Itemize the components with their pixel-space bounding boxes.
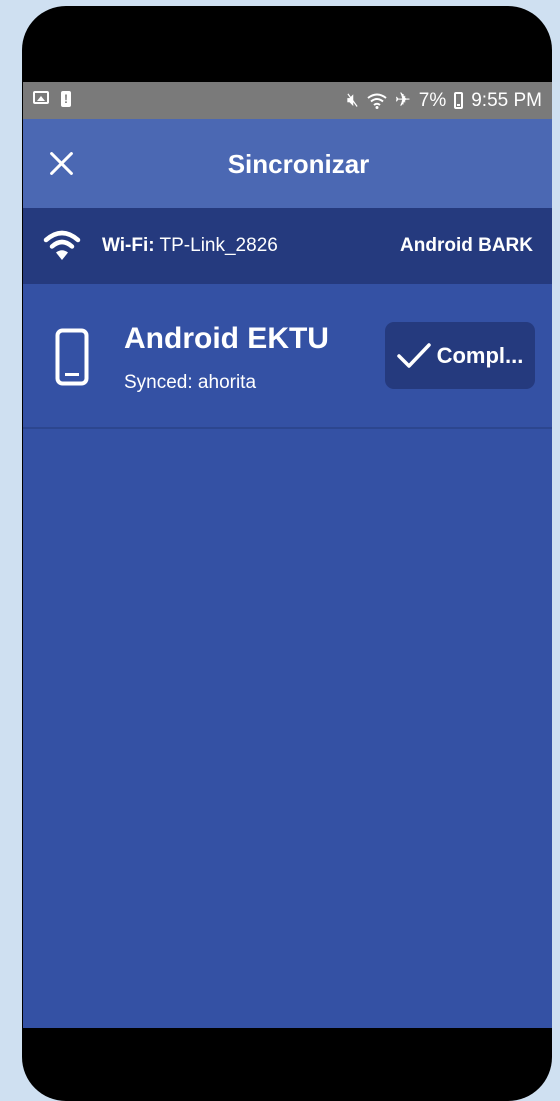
airplane-icon: ✈ [394,90,411,111]
battery-icon [454,92,464,109]
wifi-network: Wi-Fi: TP-Link_2826 [102,235,278,257]
phone-frame: ! 🔇︎ ✈ 7% 9:55 PM Sincronizar Wi-Fi: TP-… [22,6,552,1101]
smartphone-icon [55,328,89,386]
checkmark-icon [396,342,431,368]
app-screen: ! 🔇︎ ✈ 7% 9:55 PM Sincronizar Wi-Fi: TP-… [23,82,552,1028]
clock: 9:55 PM [471,90,542,111]
complete-button-label: Compl... [436,342,524,368]
wifi-label: Wi-Fi: [102,235,155,256]
battery-level: 7% [418,90,447,111]
complete-button[interactable]: Compl... [385,322,535,389]
this-device-name: Android BARK [400,235,533,256]
list-item: Android EKTU Synced: ahorita Compl... [23,284,552,429]
status-bar: ! 🔇︎ ✈ 7% 9:55 PM [23,82,552,119]
wifi-icon [367,93,387,109]
device-name: Android EKTU [124,322,329,355]
wifi-icon [43,230,81,260]
app-bar: Sincronizar [23,119,552,208]
wifi-network-name: TP-Link_2826 [159,235,278,256]
page-title: Sincronizar [227,149,370,179]
sync-status: Synced: ahorita [124,372,257,393]
alert-icon: ! [61,91,71,107]
mute-icon: 🔇︎ [346,90,359,111]
wifi-info-bar: Wi-Fi: TP-Link_2826 Android BARK [23,208,552,284]
image-icon [33,91,49,104]
